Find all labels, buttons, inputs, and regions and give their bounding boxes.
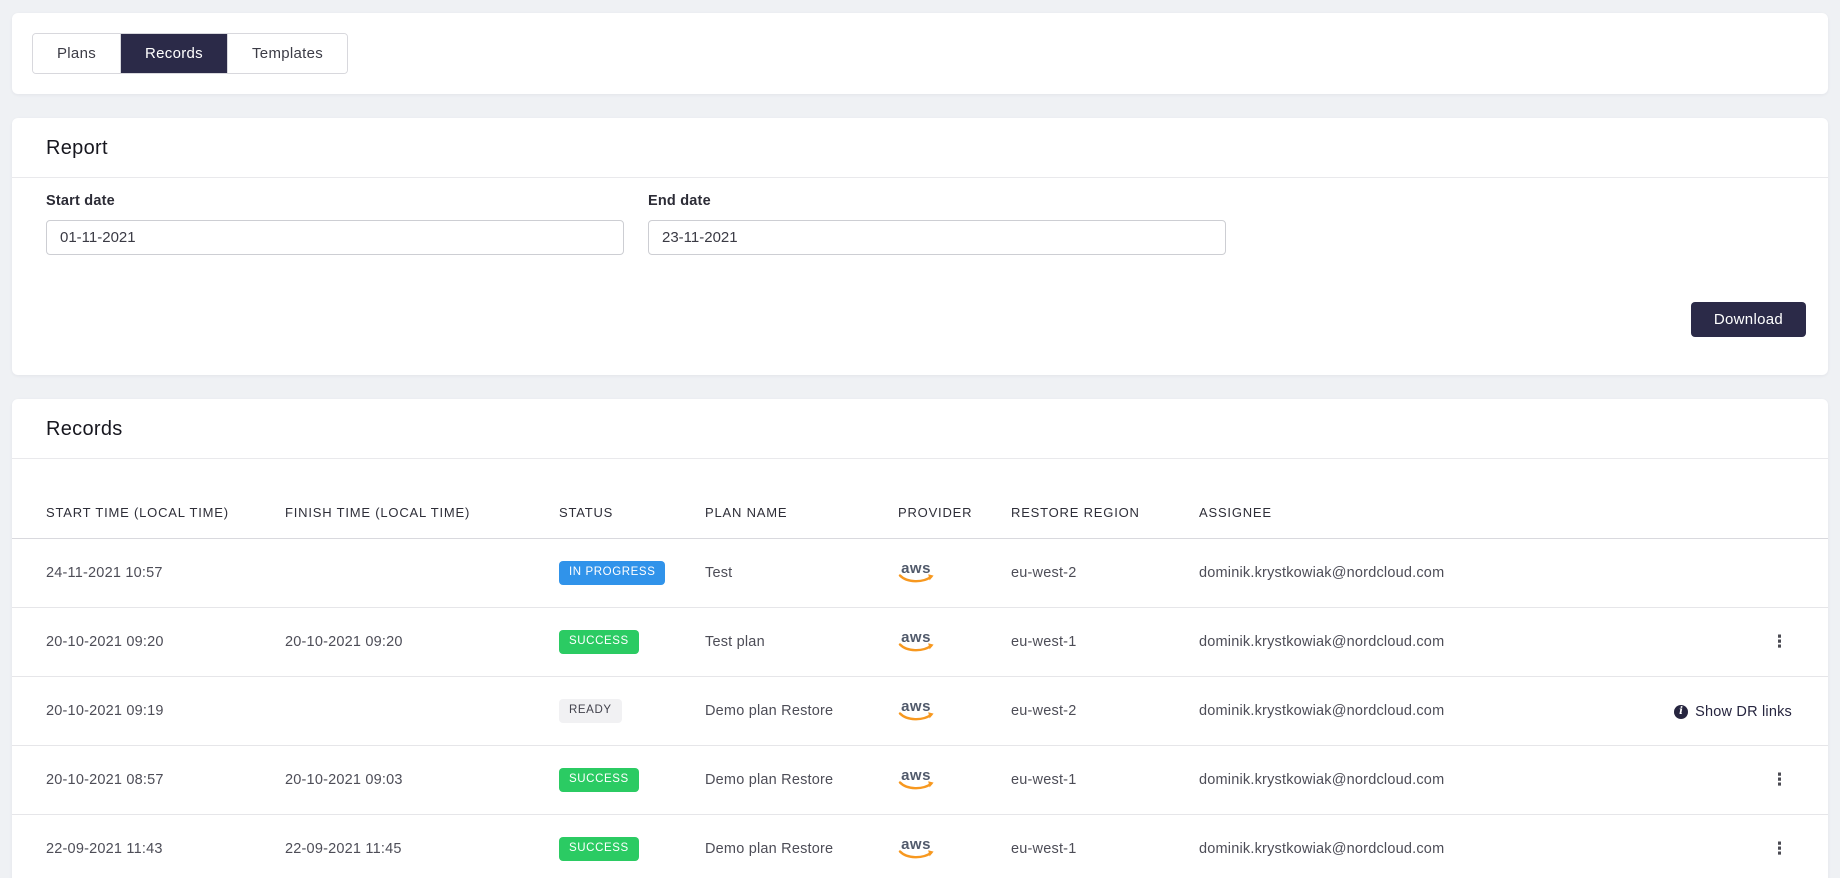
- cell-actions: ⋮: [1629, 746, 1828, 815]
- aws-swoosh-icon: [898, 781, 934, 792]
- cell-start-time: 20-10-2021 09:19: [12, 677, 285, 746]
- cell-actions: ⋮: [1629, 815, 1828, 878]
- cell-actions: i Show DR links: [1629, 677, 1828, 746]
- aws-provider-icon: aws: [898, 770, 934, 792]
- status-badge: SUCCESS: [559, 768, 639, 792]
- records-title: Records: [12, 399, 1828, 458]
- cell-plan-name: Test: [705, 539, 898, 608]
- cell-start-time: 24-11-2021 10:57: [12, 539, 285, 608]
- col-header-provider: PROVIDER: [898, 459, 1011, 539]
- records-card: Records START TIME (LOCAL TIME) FINISH T…: [12, 399, 1828, 878]
- end-date-label: End date: [648, 193, 1226, 209]
- col-header-plan-name: PLAN NAME: [705, 459, 898, 539]
- cell-status: SUCCESS: [559, 815, 705, 878]
- cell-finish-time: 20-10-2021 09:03: [285, 746, 559, 815]
- records-table-body: 24-11-2021 10:57IN PROGRESSTestawseu-wes…: [12, 539, 1828, 878]
- cell-assignee: dominik.krystkowiak@nordcloud.com: [1199, 677, 1629, 746]
- tab-plans[interactable]: Plans: [33, 34, 121, 73]
- cell-provider: aws: [898, 539, 1011, 608]
- table-row: 20-10-2021 09:19 READY Demo plan Restoreaw…: [12, 677, 1828, 746]
- report-form: Start date End date Download: [12, 178, 1828, 375]
- start-date-input[interactable]: [46, 220, 624, 255]
- show-dr-links-button[interactable]: i Show DR links: [1674, 704, 1792, 720]
- col-header-finish-time: FINISH TIME (LOCAL TIME): [285, 459, 559, 539]
- col-header-status: STATUS: [559, 459, 705, 539]
- cell-restore-region: eu-west-1: [1011, 608, 1199, 677]
- aws-provider-icon: aws: [898, 701, 934, 723]
- col-header-restore-region: RESTORE REGION: [1011, 459, 1199, 539]
- status-badge: IN PROGRESS: [559, 561, 665, 585]
- start-date-field: Start date: [46, 193, 624, 255]
- aws-provider-icon: aws: [898, 839, 934, 861]
- cell-provider: aws: [898, 746, 1011, 815]
- download-button[interactable]: Download: [1691, 302, 1806, 337]
- table-header-row: START TIME (LOCAL TIME) FINISH TIME (LOC…: [12, 459, 1828, 539]
- report-card: Report Start date End date Download: [12, 118, 1828, 375]
- row-menu-button[interactable]: ⋮: [1767, 632, 1792, 653]
- col-header-assignee: ASSIGNEE: [1199, 459, 1629, 539]
- cell-assignee: dominik.krystkowiak@nordcloud.com: [1199, 539, 1629, 608]
- status-badge: SUCCESS: [559, 837, 639, 861]
- cell-assignee: dominik.krystkowiak@nordcloud.com: [1199, 608, 1629, 677]
- cell-plan-name: Test plan: [705, 608, 898, 677]
- tab-templates[interactable]: Templates: [228, 34, 347, 73]
- cell-restore-region: eu-west-2: [1011, 539, 1199, 608]
- cell-status: SUCCESS: [559, 746, 705, 815]
- show-dr-links-label: Show DR links: [1695, 704, 1792, 720]
- aws-swoosh-icon: [898, 574, 934, 585]
- cell-actions: [1629, 539, 1828, 608]
- col-header-actions: [1629, 459, 1828, 539]
- row-menu-button[interactable]: ⋮: [1767, 839, 1792, 860]
- tab-records[interactable]: Records: [121, 34, 228, 73]
- info-icon: i: [1674, 705, 1688, 719]
- end-date-field: End date: [648, 193, 1226, 255]
- status-badge: SUCCESS: [559, 630, 639, 654]
- cell-actions: ⋮: [1629, 608, 1828, 677]
- status-badge: READY: [559, 699, 622, 723]
- cell-status: IN PROGRESS: [559, 539, 705, 608]
- aws-swoosh-icon: [898, 643, 934, 654]
- aws-swoosh-icon: [898, 850, 934, 861]
- cell-assignee: dominik.krystkowiak@nordcloud.com: [1199, 746, 1629, 815]
- cell-assignee: dominik.krystkowiak@nordcloud.com: [1199, 815, 1629, 878]
- cell-restore-region: eu-west-1: [1011, 815, 1199, 878]
- report-title: Report: [12, 118, 1828, 177]
- start-date-label: Start date: [46, 193, 624, 209]
- records-table: START TIME (LOCAL TIME) FINISH TIME (LOC…: [12, 459, 1828, 878]
- page: Plans Records Templates Report Start dat…: [0, 0, 1840, 878]
- tab-bar-card: Plans Records Templates: [12, 13, 1828, 94]
- cell-plan-name: Demo plan Restore: [705, 677, 898, 746]
- aws-provider-icon: aws: [898, 632, 934, 654]
- cell-plan-name: Demo plan Restore: [705, 746, 898, 815]
- cell-start-time: 20-10-2021 09:20: [12, 608, 285, 677]
- col-header-start-time: START TIME (LOCAL TIME): [12, 459, 285, 539]
- table-row: 24-11-2021 10:57 IN PROGRESS Testaws eu-wes…: [12, 539, 1828, 608]
- cell-start-time: 20-10-2021 08:57: [12, 746, 285, 815]
- cell-provider: aws: [898, 608, 1011, 677]
- cell-finish-time: 20-10-2021 09:20: [285, 608, 559, 677]
- cell-status: SUCCESS: [559, 608, 705, 677]
- aws-provider-icon: aws: [898, 563, 934, 585]
- cell-status: READY: [559, 677, 705, 746]
- cell-plan-name: Demo plan Restore: [705, 815, 898, 878]
- row-menu-button[interactable]: ⋮: [1767, 770, 1792, 791]
- cell-finish-time: [285, 539, 559, 608]
- cell-restore-region: eu-west-1: [1011, 746, 1199, 815]
- table-row: 20-10-2021 09:2020-10-2021 09:20SUCCESST…: [12, 608, 1828, 677]
- cell-start-time: 22-09-2021 11:43: [12, 815, 285, 878]
- cell-provider: aws: [898, 815, 1011, 878]
- table-row: 22-09-2021 11:4322-09-2021 11:45SUCCESS D…: [12, 815, 1828, 878]
- cell-finish-time: 22-09-2021 11:45: [285, 815, 559, 878]
- table-row: 20-10-2021 08:5720-10-2021 09:03SUCCESS D…: [12, 746, 1828, 815]
- cell-restore-region: eu-west-2: [1011, 677, 1199, 746]
- cell-provider: aws: [898, 677, 1011, 746]
- cell-finish-time: [285, 677, 559, 746]
- tab-group: Plans Records Templates: [32, 33, 348, 74]
- aws-swoosh-icon: [898, 712, 934, 723]
- end-date-input[interactable]: [648, 220, 1226, 255]
